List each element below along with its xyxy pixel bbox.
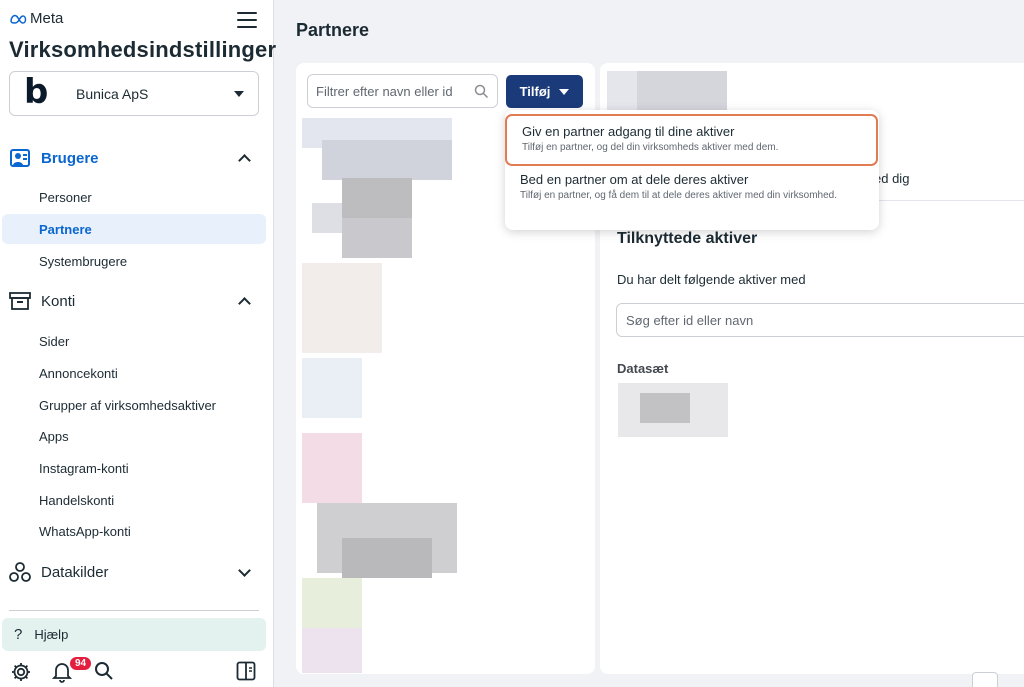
sidebar-item-sider[interactable]: Sider — [2, 326, 266, 356]
business-name: Bunica ApS — [76, 85, 149, 102]
meta-logo[interactable]: Meta — [9, 10, 63, 27]
menu-icon[interactable] — [237, 12, 257, 28]
dropdown-item-title: Giv en partner adgang til dine aktiver — [522, 124, 735, 139]
partner-filter-input[interactable]: Filtrer efter navn eller id — [307, 74, 498, 108]
dropdown-item-give-access[interactable]: Giv en partner adgang til dine aktiver T… — [505, 114, 878, 166]
chevron-up-icon — [238, 153, 251, 167]
sidebar-section-data-sources[interactable]: Datakilder — [9, 561, 251, 583]
gear-icon[interactable] — [10, 661, 32, 683]
asset-search-placeholder: Søg efter id eller navn — [626, 312, 754, 328]
sidebar-section-users[interactable]: Brugere — [9, 147, 251, 169]
asset-search-input[interactable]: Søg efter id eller navn — [616, 303, 1024, 337]
notification-badge: 94 — [68, 655, 94, 672]
caret-down-icon — [559, 88, 570, 95]
meta-brand-text: Meta — [30, 10, 64, 27]
chevron-down-icon — [238, 563, 251, 577]
sidebar-item-partnere[interactable]: Partnere — [2, 214, 266, 244]
add-partner-button[interactable]: Tilføj — [506, 75, 583, 108]
dropdown-item-title: Bed en partner om at dele deres aktiver — [520, 172, 749, 187]
sidebar-section-accounts-label: Konti — [41, 292, 76, 310]
sidebar-item-whatsapp[interactable]: WhatsApp-konti — [2, 516, 266, 546]
sidebar-section-data-sources-label: Datakilder — [41, 563, 109, 581]
question-icon: ? — [14, 626, 23, 643]
linked-assets-title: Tilknyttede aktiver — [617, 230, 758, 247]
floating-widget-icon[interactable] — [972, 672, 998, 687]
add-partner-dropdown: Giv en partner adgang til dine aktiver T… — [505, 110, 879, 230]
meta-infinity-icon — [10, 14, 27, 24]
partial-connection-text: ed dig — [874, 171, 910, 186]
dropdown-item-subtitle: Tilføj en partner, og få dem til at dele… — [520, 190, 837, 201]
sidebar-section-users-label: Brugere — [41, 149, 99, 167]
data-sources-icon — [9, 562, 31, 582]
search-icon — [474, 84, 489, 98]
sidebar-item-handelskonti[interactable]: Handelskonti — [2, 485, 266, 515]
panel-toggle-icon[interactable] — [236, 661, 256, 681]
sidebar-item-systembrugere[interactable]: Systembrugere — [2, 246, 266, 276]
page-title: Partnere — [296, 20, 370, 40]
dropdown-item-request-access[interactable]: Bed en partner om at dele deres aktiver … — [505, 172, 879, 203]
dataset-redacted — [618, 383, 734, 439]
sidebar-section-accounts[interactable]: Konti — [9, 291, 251, 311]
sidebar-footer: 94 — [10, 655, 260, 685]
archive-box-icon — [9, 292, 31, 310]
dataset-label: Datasæt — [617, 361, 669, 376]
sidebar: Meta Virksomhedsindstillinger b Bunica A… — [0, 0, 277, 687]
sidebar-item-apps[interactable]: Apps — [2, 421, 266, 451]
help-button[interactable]: ? Hjælp — [2, 618, 266, 651]
sidebar-item-grupper[interactable]: Grupper af virksomhedsaktiver — [2, 390, 266, 420]
linked-assets-description: Du har delt følgende aktiver med — [617, 272, 806, 287]
caret-down-icon — [234, 90, 244, 97]
chevron-up-icon — [238, 296, 251, 310]
dropdown-item-subtitle: Tilføj en partner, og del din virksomhed… — [522, 142, 779, 153]
add-partner-button-label: Tilføj — [519, 84, 551, 99]
business-logo: b — [24, 71, 49, 112]
app-title: Virksomhedsindstillinger — [9, 37, 277, 62]
partner-filter-placeholder: Filtrer efter navn eller id — [316, 83, 453, 99]
sidebar-item-instagram[interactable]: Instagram-konti — [2, 453, 266, 483]
sidebar-divider — [9, 610, 259, 611]
sidebar-item-annoncekonti[interactable]: Annoncekonti — [2, 358, 266, 388]
help-label: Hjælp — [34, 627, 69, 642]
sidebar-item-personer[interactable]: Personer — [2, 182, 266, 212]
business-selector[interactable]: b Bunica ApS — [9, 71, 259, 116]
search-icon[interactable] — [94, 661, 114, 681]
users-icon — [10, 149, 30, 167]
